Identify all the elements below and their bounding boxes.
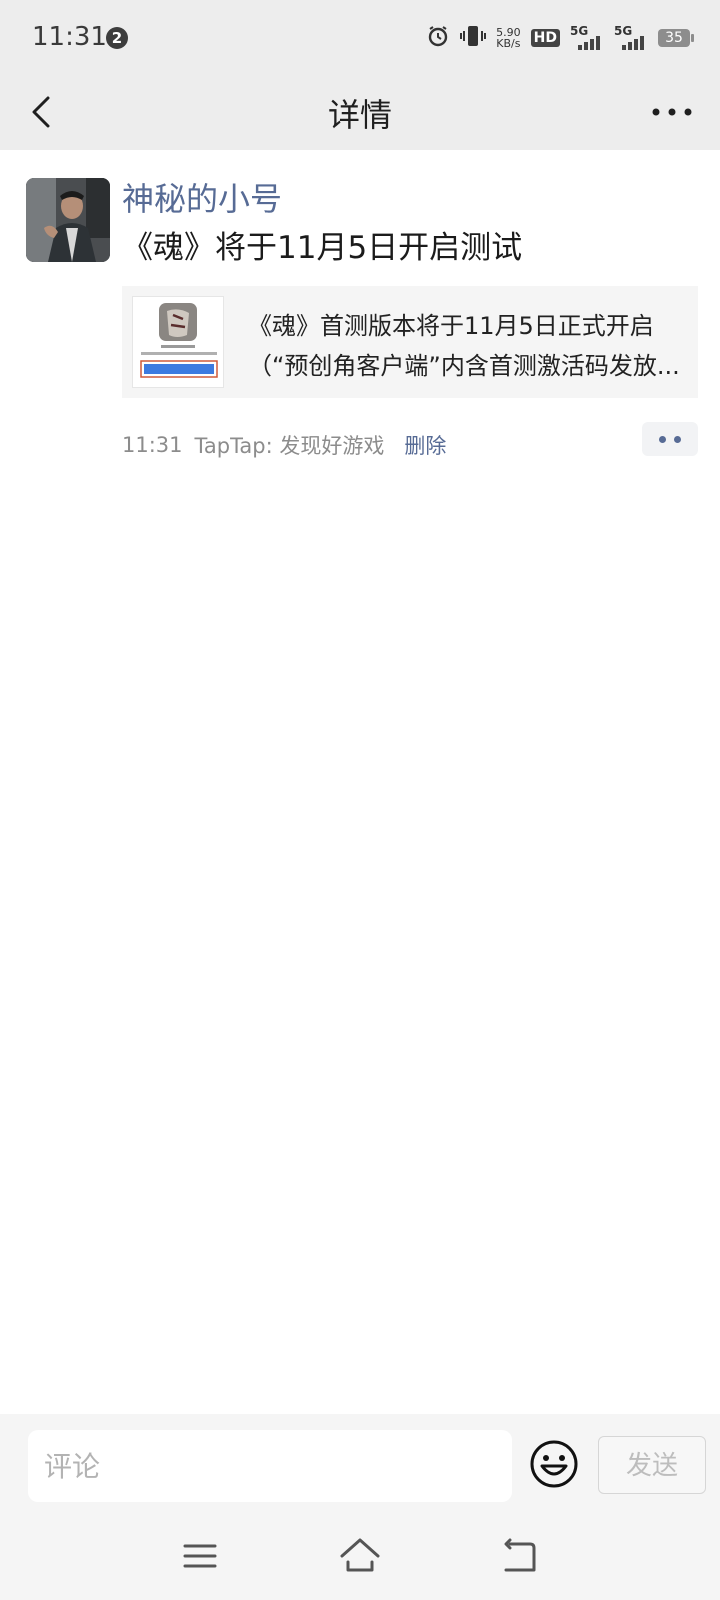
status-bar: 11:31 2 5.90 KB/s HD 5G 5G 35 bbox=[0, 0, 720, 76]
status-icons: 5.90 KB/s HD 5G 5G 35 bbox=[426, 22, 694, 54]
status-time: 11:31 bbox=[32, 22, 107, 52]
return-icon bbox=[504, 1538, 536, 1572]
emoji-button[interactable] bbox=[528, 1438, 580, 1490]
notification-badge: 2 bbox=[106, 27, 128, 49]
post-author-name[interactable]: 神秘的小号 bbox=[122, 174, 282, 220]
link-thumbnail bbox=[132, 296, 224, 388]
signal-bars-icon bbox=[578, 36, 600, 50]
back-system-button[interactable] bbox=[496, 1532, 544, 1580]
sim2-signal: 5G bbox=[614, 24, 648, 52]
battery-level: 35 bbox=[665, 30, 683, 46]
moments-detail-screen: 11:31 2 5.90 KB/s HD 5G 5G 35 详情 神秘的小号 《… bbox=[0, 0, 720, 1600]
sim1-signal: 5G bbox=[570, 24, 604, 52]
dot-icon bbox=[674, 435, 681, 443]
smiley-icon bbox=[530, 1440, 578, 1488]
avatar-photo-icon bbox=[26, 178, 110, 262]
network-speed: 5.90 KB/s bbox=[496, 27, 521, 49]
recents-button[interactable] bbox=[176, 1532, 224, 1580]
comment-bar: 发送 bbox=[0, 1414, 720, 1514]
dot-icon bbox=[659, 435, 666, 443]
home-icon bbox=[340, 1538, 380, 1572]
shared-link-card[interactable]: 《魂》首测版本将于11月5日正式开启 （“预创角客户端”内含首测激活码发放... bbox=[122, 286, 698, 398]
more-options-button[interactable] bbox=[644, 90, 700, 134]
delete-link[interactable]: 删除 bbox=[404, 430, 446, 460]
header-bar: 详情 bbox=[0, 76, 720, 150]
like-comment-button[interactable] bbox=[642, 422, 698, 456]
battery-icon: 35 bbox=[658, 29, 694, 47]
home-button[interactable] bbox=[336, 1532, 384, 1580]
vibrate-icon bbox=[460, 24, 487, 52]
alarm-icon bbox=[426, 24, 450, 52]
system-nav-bar bbox=[0, 1514, 720, 1600]
send-button[interactable]: 发送 bbox=[598, 1436, 706, 1494]
network-speed-unit: KB/s bbox=[496, 37, 521, 50]
post-meta: 11:31 TapTap: 发现好游戏 删除 bbox=[122, 430, 446, 460]
game-thumbnail-icon bbox=[133, 297, 223, 387]
signal-bars-icon bbox=[622, 36, 644, 50]
post-time: 11:31 bbox=[122, 433, 183, 457]
post-text: 《魂》将于11月5日开启测试 bbox=[122, 230, 523, 266]
post-source[interactable]: TapTap: 发现好游戏 bbox=[195, 430, 385, 460]
link-card-description: （“预创角客户端”内含首测激活码发放... bbox=[248, 352, 680, 380]
comment-input[interactable] bbox=[28, 1430, 512, 1502]
link-card-title: 《魂》首测版本将于11月5日正式开启 bbox=[248, 312, 654, 340]
page-title: 详情 bbox=[327, 96, 392, 134]
menu-lines-icon bbox=[183, 1544, 217, 1568]
more-dots-icon bbox=[652, 108, 692, 116]
avatar[interactable] bbox=[26, 178, 110, 262]
hd-voice-badge: HD bbox=[530, 29, 560, 47]
